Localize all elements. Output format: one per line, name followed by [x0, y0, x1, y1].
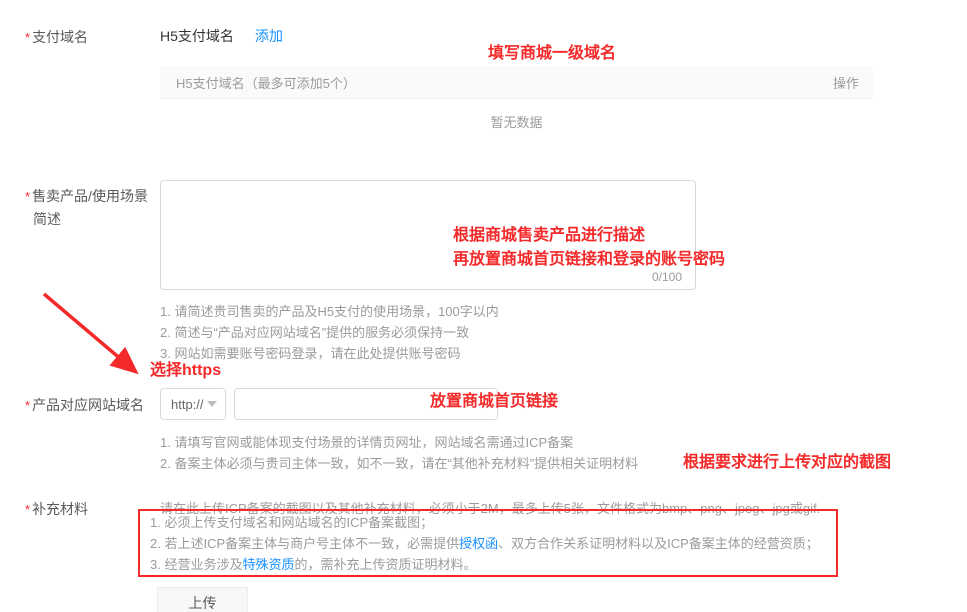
required-asterisk: *: [25, 30, 30, 45]
merchant-form-page: *支付域名 H5支付域名 添加 填写商城一级域名 H5支付域名（最多可添加5个）…: [0, 0, 967, 612]
product-desc-hint-2: 2. 简述与“产品对应网站域名”提供的服务必须保持一致: [160, 322, 499, 343]
domain-table-header-title: H5支付域名（最多可添加5个）: [176, 73, 356, 92]
required-asterisk: *: [25, 398, 30, 413]
annotation-fill-first-level-domain: 填写商城一级域名: [488, 42, 616, 66]
red-arrow-icon: [36, 288, 154, 388]
supplementary-item-3: 3. 经营业务涉及特殊资质的，需补充上传资质证明材料。: [150, 554, 819, 575]
char-counter: 0/100: [652, 270, 682, 284]
product-desc-hints: 1. 请简述贵司售卖的产品及H5支付的使用场景，100字以内 2. 简述与“产品…: [160, 301, 499, 364]
website-domain-hints: 1. 请填写官网或能体现支付场景的详情页网址，网站域名需通过ICP备案 2. 备…: [160, 432, 638, 474]
supplementary-item-3-text: 3. 经营业务涉及: [150, 557, 242, 572]
product-desc-hint-1: 1. 请简述贵司售卖的产品及H5支付的使用场景，100字以内: [160, 301, 499, 322]
website-domain-hint-1: 1. 请填写官网或能体现支付场景的详情页网址，网站域名需通过ICP备案: [160, 432, 638, 453]
upload-button[interactable]: 上传: [157, 587, 248, 612]
product-desc-label: *售卖产品/使用场景 简述: [25, 185, 157, 230]
annotation-upload-screenshots: 根据要求进行上传对应的截图: [683, 451, 891, 475]
domain-table-header: H5支付域名（最多可添加5个） 操作: [160, 66, 873, 99]
authorization-letter-link[interactable]: 授权函: [459, 536, 498, 551]
annotation-describe-products: 根据商城售卖产品进行描述 再放置商城首页链接和登录的账号密码: [453, 224, 725, 272]
supplementary-item-1-text: 1. 必须上传支付域名和网站域名的ICP备案截图；: [150, 515, 433, 530]
website-domain-hint-2: 2. 备案主体必须与贵司主体一致，如不一致，请在“其他补充材料”提供相关证明材料: [160, 453, 638, 474]
domain-table-header-action: 操作: [833, 73, 859, 92]
website-domain-label-text: 产品对应网站域名: [32, 397, 144, 413]
annotation-place-homepage-link: 放置商城首页链接: [430, 390, 558, 414]
supplementary-requirements-list: 1. 必须上传支付域名和网站域名的ICP备案截图； 2. 若上述ICP备案主体与…: [150, 512, 819, 575]
website-domain-label: *产品对应网站域名: [25, 394, 157, 417]
required-asterisk: *: [25, 189, 30, 204]
supplementary-item-2-text: 2. 若上述ICP备案主体与商户号主体不一致，必需提供: [150, 536, 459, 551]
product-desc-label-line2: 简述: [33, 211, 61, 227]
protocol-select[interactable]: http://: [160, 388, 226, 420]
supplementary-item-1: 1. 必须上传支付域名和网站域名的ICP备案截图；: [150, 512, 819, 533]
protocol-selected-value: http://: [171, 397, 204, 412]
domain-table-empty-text: 暂无数据: [160, 112, 873, 131]
payment-domain-label-text: 支付域名: [32, 29, 88, 45]
product-desc-label-line1: 售卖产品/使用场景: [32, 188, 148, 204]
special-qualification-link[interactable]: 特殊资质: [242, 557, 294, 572]
chevron-down-icon: [207, 401, 217, 407]
annotation-choose-https: 选择https: [150, 359, 221, 383]
supplementary-label-text: 补充材料: [32, 501, 88, 517]
h5-payment-domain-text: H5支付域名: [160, 26, 234, 46]
supplementary-item-3-suffix: 的，需补充上传资质证明材料。: [294, 557, 476, 572]
supplementary-item-2: 2. 若上述ICP备案主体与商户号主体不一致，必需提供授权函、双方合作关系证明材…: [150, 533, 819, 554]
payment-domain-label: *支付域名: [25, 26, 157, 49]
annotation-describe-products-line1: 根据商城售卖产品进行描述: [453, 224, 725, 248]
add-domain-link[interactable]: 添加: [255, 26, 283, 46]
required-asterisk: *: [25, 502, 30, 517]
annotation-describe-products-line2: 再放置商城首页链接和登录的账号密码: [453, 248, 725, 272]
supplementary-item-2-suffix: 、双方合作关系证明材料以及ICP备案主体的经营资质；: [498, 536, 819, 551]
